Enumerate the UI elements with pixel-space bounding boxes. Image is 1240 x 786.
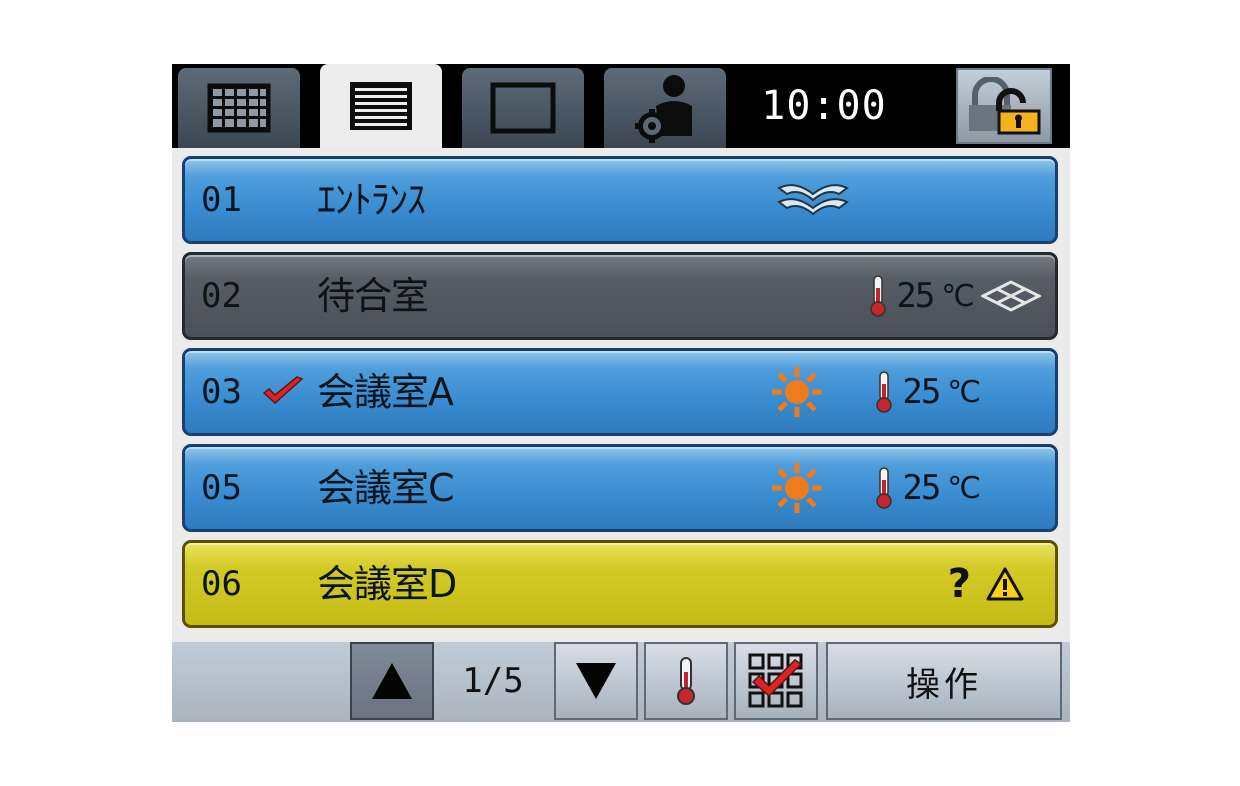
zone-status: ?	[948, 543, 1025, 625]
tab-grid-view[interactable]	[178, 68, 300, 148]
question-icon: ?	[947, 561, 971, 607]
zone-row-01[interactable]: 01 ｴﾝﾄﾗﾝｽ	[182, 156, 1058, 244]
grid-icon	[207, 83, 271, 133]
zone-row-06[interactable]: 06 会議室D ?	[182, 540, 1058, 628]
zone-name: 会議室C	[317, 466, 455, 510]
zone-status	[777, 159, 849, 241]
fan-outline-icon	[981, 280, 1041, 312]
controller-screen: 10:00 01 ｴﾝﾄﾗﾝｽ 02 待合室 25 ℃ 03 会議室A 25 ℃…	[172, 64, 1070, 722]
list-icon	[350, 82, 412, 130]
zone-row-02[interactable]: 02 待合室 25 ℃	[182, 252, 1058, 340]
select-all-button[interactable]	[734, 642, 818, 720]
sun-icon	[772, 367, 823, 417]
clock-display: 10:00	[761, 83, 887, 129]
sun-icon	[772, 463, 823, 513]
zone-number: 02	[201, 276, 242, 316]
zone-number: 03	[201, 372, 242, 412]
temperature-value: 25	[902, 468, 941, 508]
zone-row-03[interactable]: 03 会議室A 25 ℃	[182, 348, 1058, 436]
padlock-icon	[969, 77, 1041, 135]
zone-name: ｴﾝﾄﾗﾝｽ	[317, 178, 426, 222]
temperature-button[interactable]	[644, 642, 728, 720]
zone-status: 25 ℃	[770, 447, 981, 529]
zone-status: 25 ℃	[866, 255, 1041, 337]
zone-list: 01 ｴﾝﾄﾗﾝｽ 02 待合室 25 ℃ 03 会議室A 25 ℃ 05 会議…	[182, 156, 1058, 636]
tab-list-view[interactable]	[320, 64, 442, 148]
zone-row-05[interactable]: 05 会議室C 25 ℃	[182, 444, 1058, 532]
tab-user-settings[interactable]	[604, 68, 726, 148]
operate-button[interactable]: 操作	[826, 642, 1062, 720]
lock-button[interactable]	[956, 68, 1052, 144]
triangle-up-icon	[372, 663, 412, 699]
grid-check-icon	[748, 653, 803, 708]
temperature-unit: ℃	[947, 374, 981, 410]
thermometer-icon	[876, 371, 893, 413]
top-bar: 10:00	[172, 64, 1070, 148]
triangle-down-icon	[576, 663, 616, 699]
checkmark-icon	[262, 376, 304, 405]
zone-number: 05	[201, 468, 242, 508]
warning-icon	[986, 567, 1024, 601]
square-icon	[490, 82, 556, 134]
zone-number: 06	[201, 564, 242, 604]
zone-number: 01	[201, 180, 242, 220]
tab-single-view[interactable]	[462, 68, 584, 148]
page-up-button[interactable]	[350, 642, 434, 720]
page-down-button[interactable]	[554, 642, 638, 720]
thermometer-icon	[870, 275, 887, 317]
zone-name: 待合室	[317, 274, 429, 318]
zone-name: 会議室D	[317, 562, 457, 606]
temperature-value: 25	[896, 276, 935, 316]
user-gear-icon	[635, 75, 692, 143]
thermometer-icon	[677, 657, 695, 705]
operate-label: 操作	[906, 664, 982, 705]
zone-status: 25 ℃	[770, 351, 981, 433]
temperature-unit: ℃	[947, 470, 981, 506]
thermometer-icon	[876, 467, 893, 509]
page-indicator: 1/5	[462, 661, 524, 701]
temperature-value: 25	[902, 372, 941, 412]
zone-name: 会議室A	[317, 370, 454, 414]
fan-icon	[777, 184, 849, 216]
bottom-bar: 1/5 操作	[172, 642, 1070, 722]
temperature-unit: ℃	[941, 278, 975, 314]
